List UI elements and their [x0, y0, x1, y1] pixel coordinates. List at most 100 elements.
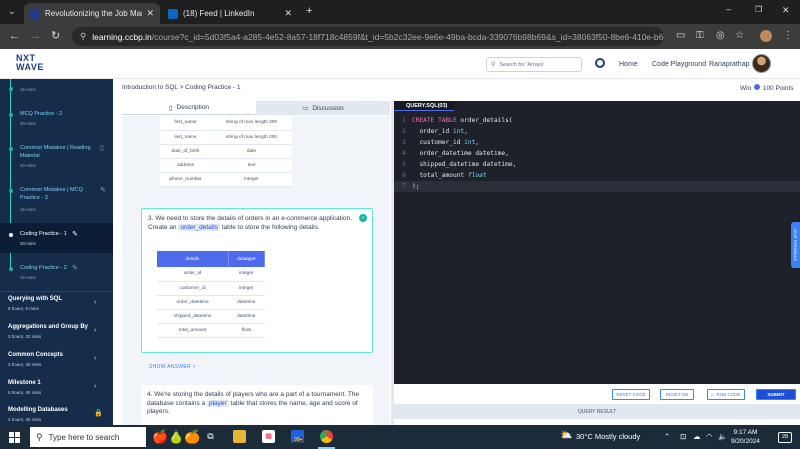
mail-icon[interactable]: 99+	[291, 430, 304, 443]
sidebar-section-common-concepts[interactable]: Common Concepts 3 hours, 40 mins ›	[0, 349, 113, 375]
code-line-current[interactable]: 7);	[394, 181, 800, 192]
volume-icon[interactable]: 🔈	[718, 432, 727, 441]
search-input[interactable]: ⚲ Search for 'Arrays'	[486, 57, 582, 72]
bookmark-star-icon[interactable]: ☆	[735, 30, 744, 41]
pencil-icon: ✎	[72, 265, 78, 272]
give-feedback-button[interactable]: GIVE FEEDBACK	[791, 222, 800, 268]
tab-search-icon[interactable]: ⌄	[8, 6, 16, 17]
home-link[interactable]: Home	[619, 61, 638, 68]
new-tab-button[interactable]: +	[306, 5, 312, 17]
weather-icon[interactable]: ⛅	[560, 430, 572, 441]
sidebar-item[interactable]: 15 mins	[0, 79, 113, 99]
close-tab-icon[interactable]: ✕	[284, 8, 292, 19]
close-tab-icon[interactable]: ✕	[146, 8, 154, 19]
status-dot	[9, 113, 13, 117]
browser-tab-strip: ⌄ Revolutionizing the Job Market ✕ (18) …	[0, 0, 800, 24]
run-code-button[interactable]: ▷ RUN CODE	[707, 389, 745, 400]
table-cell: datetime	[228, 309, 265, 324]
code-line[interactable]: 6 total_amount float	[394, 170, 800, 181]
pencil-icon: ✎	[72, 231, 78, 238]
clock-date: 9/20/2024	[731, 438, 760, 445]
taskbar-search-input[interactable]: ⚲ Type here to search	[30, 427, 146, 447]
network-icon[interactable]: ⊡	[680, 432, 686, 441]
eye-off-icon[interactable]: ◎	[716, 30, 725, 41]
browser-tab-active[interactable]: Revolutionizing the Job Market ✕	[24, 3, 160, 24]
chevron-up-icon[interactable]: ⌃	[664, 432, 670, 441]
code-line[interactable]: 2 order_id int,	[394, 126, 800, 137]
store-icon[interactable]: ▦	[262, 430, 275, 443]
profile-icon[interactable]	[760, 30, 772, 42]
menu-kebab-icon[interactable]: ⋮	[783, 30, 793, 41]
wifi-icon[interactable]: ◠	[706, 432, 713, 441]
back-icon[interactable]: ←	[9, 30, 20, 42]
submit-button[interactable]: SUBMIT	[756, 389, 796, 400]
search-icon: ⚲	[36, 431, 43, 442]
table-cell: string of max length 200	[211, 130, 292, 145]
forward-icon[interactable]: →	[30, 30, 41, 42]
reload-icon[interactable]: ↻	[51, 30, 60, 42]
points-value: 100 Points	[762, 85, 794, 92]
code-line[interactable]: 1 CREATE TABLE order_details(	[394, 115, 800, 126]
browser-toolbar: ← → ↻ ⚲ learning.ccbp.in/course?c_id=5d0…	[0, 24, 800, 49]
chevron-right-icon: ›	[94, 327, 97, 334]
windows-start-icon[interactable]	[9, 432, 20, 443]
code-line[interactable]: 5 shipped_datetime datetime,	[394, 159, 800, 170]
editor-file-tab[interactable]: QUERY.SQL(03)	[394, 101, 454, 111]
address-bar[interactable]: ⚲ learning.ccbp.in/course?c_id=5d03f5a4-…	[72, 27, 664, 46]
code-line[interactable]: 4 order_datetime datetime,	[394, 148, 800, 159]
file-explorer-icon[interactable]	[233, 430, 246, 443]
sidebar-item-common-mistakes-mcq[interactable]: Common Mistakes | MCQ Practice - 3 15 mi…	[0, 183, 113, 217]
tab-discussion[interactable]: ▭ Discussion	[256, 101, 390, 115]
username[interactable]: Ranaprathap	[709, 61, 749, 68]
item-label: Common Mistakes | Reading Material	[20, 145, 91, 159]
sidebar-section-modelling-db[interactable]: Modelling Databases 4 hours, 40 mins 🔒	[0, 405, 113, 425]
reset-db-button[interactable]: RESET DB	[660, 389, 694, 400]
avatar[interactable]	[752, 54, 771, 73]
tab-description[interactable]: ▯ Description	[122, 101, 256, 115]
sidebar-section-milestone-1[interactable]: Milestone 1 5 hours, 40 mins ›	[0, 377, 113, 403]
onedrive-icon[interactable]: ☁	[693, 432, 701, 441]
chrome-icon[interactable]	[320, 430, 333, 443]
table-row: shipped_datetime datetime	[157, 309, 265, 324]
site-info-icon[interactable]: ⚲	[80, 31, 86, 42]
sidebar-section-aggregations[interactable]: Aggregations and Group By 3 hours, 20 mi…	[0, 321, 113, 347]
nxtwave-logo[interactable]: NXT WAVE	[16, 54, 44, 72]
sidebar-item-mcq-practice-2[interactable]: MCQ Practice - 2 20 mins	[0, 107, 113, 131]
maximize-icon[interactable]: ❐	[755, 5, 762, 14]
notifications-icon[interactable]: 28	[778, 432, 792, 443]
close-window-icon[interactable]: ✕	[782, 5, 790, 16]
streak-icon[interactable]	[595, 58, 605, 68]
code-line[interactable]: 3 customer_id int,	[394, 137, 800, 148]
code-playground-link[interactable]: Code Playground	[652, 61, 706, 68]
code-text: );	[412, 183, 420, 190]
reset-code-button[interactable]: RESET CODE	[612, 389, 650, 400]
code-punct: ,	[475, 139, 480, 146]
tab-label: Description	[176, 104, 210, 111]
lock-icon: 🔒	[94, 410, 103, 417]
code-keyword: CREATE TABLE	[412, 117, 457, 124]
weather-text[interactable]: 30°C Mostly cloudy	[576, 432, 640, 441]
show-answer-link[interactable]: SHOW ANSWER >	[149, 364, 196, 370]
table-row: last_name string of max length 200	[160, 130, 292, 145]
sidebar-section-querying[interactable]: Querying with SQL 8 hours, 5 mins ›	[0, 293, 113, 319]
query-result-panel[interactable]: QUERY RESULT	[394, 404, 800, 419]
code-type: int	[452, 128, 465, 135]
taskbar-clock[interactable]: 9:17 AM 9/20/2024	[731, 428, 760, 446]
task-view-icon[interactable]: ⧉	[204, 430, 217, 443]
code-text: order_details(	[456, 117, 513, 124]
line-number: 5	[402, 161, 406, 168]
cast-icon[interactable]: ▭	[676, 30, 685, 41]
url-host: learning.ccbp.in	[92, 31, 152, 42]
minimize-icon[interactable]: –	[726, 4, 731, 14]
pencil-icon: ✎	[100, 187, 106, 194]
code-editor[interactable]: QUERY.SQL(03) 1 CREATE TABLE order_detail…	[394, 101, 800, 384]
sidebar-item-coding-practice-1[interactable]: Coding Practice - 1 30 mins ✎	[0, 223, 113, 253]
browser-tab-linkedin[interactable]: (18) Feed | LinkedIn ✕	[162, 3, 298, 24]
sidebar-item-coding-practice-2[interactable]: Coding Practice - 2 15 mins ✎	[0, 261, 113, 285]
url-path: /course?c_id=5d03f5a4-a285-4e52-8a57-18f…	[151, 31, 664, 42]
previous-table: first_name string of max length 200 last_…	[160, 116, 292, 187]
key-icon[interactable]: ⚿	[696, 30, 704, 41]
win-label: Win	[740, 85, 752, 92]
fruits-widget-icon[interactable]: 🍎🍐🍊	[152, 429, 201, 445]
sidebar-item-common-mistakes-reading[interactable]: Common Mistakes | Reading Material 40 mi…	[0, 141, 113, 173]
